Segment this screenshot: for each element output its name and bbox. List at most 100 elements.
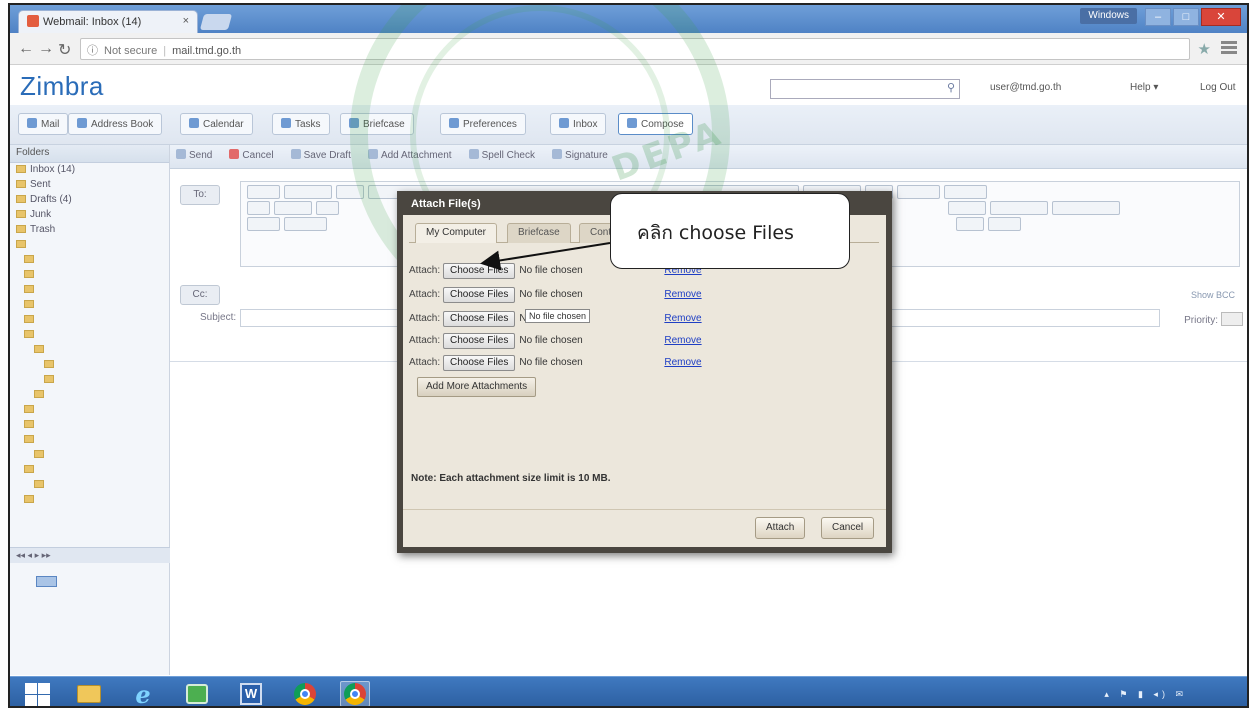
calendar-day[interactable] <box>57 598 79 609</box>
attach-button[interactable]: Attach <box>755 517 806 539</box>
priority-select[interactable] <box>1221 312 1243 326</box>
tab-briefcase-source[interactable]: Briefcase <box>507 223 571 243</box>
tab-calendar[interactable]: Calendar <box>180 113 253 135</box>
choose-files-button[interactable]: Choose Files <box>443 333 516 349</box>
chrome-active-icon[interactable] <box>340 681 370 706</box>
calendar-day[interactable] <box>36 587 58 598</box>
calendar-day[interactable] <box>57 576 79 587</box>
start-button[interactable] <box>22 681 52 706</box>
minimize-icon[interactable]: – <box>1145 8 1171 26</box>
tab-briefcase[interactable]: Briefcase <box>340 113 414 135</box>
window-close-icon[interactable]: ✕ <box>1201 8 1241 26</box>
folder-item[interactable]: Junk <box>10 208 169 223</box>
new-tab-button[interactable] <box>199 14 233 30</box>
save-draft-button[interactable]: Save Draft <box>290 149 351 161</box>
tab-my-computer[interactable]: My Computer <box>415 223 498 243</box>
folder-item[interactable] <box>10 238 169 253</box>
url-input[interactable]: ⓘ Not secure | mail.tmd.go.th <box>80 38 1190 60</box>
calendar-day[interactable] <box>57 565 79 576</box>
tab-compose[interactable]: Compose <box>618 113 693 135</box>
bookmark-star-icon[interactable]: ★ <box>1198 40 1211 58</box>
internet-explorer-icon[interactable]: e <box>128 680 158 707</box>
folder-item[interactable] <box>10 493 169 508</box>
choose-files-button[interactable]: Choose Files <box>443 355 516 371</box>
calendar-day[interactable] <box>57 587 79 598</box>
app-green-icon[interactable] <box>182 681 212 706</box>
calendar-day[interactable] <box>123 620 145 631</box>
tab-mail[interactable]: Mail <box>18 113 69 135</box>
calendar-day[interactable] <box>101 587 123 598</box>
folder-item[interactable] <box>10 433 169 448</box>
user-name[interactable]: user@tmd.go.th <box>990 82 1061 93</box>
logout-link[interactable]: Log Out <box>1200 82 1236 93</box>
back-icon[interactable]: ← <box>18 40 34 58</box>
search-icon[interactable]: ⚲ <box>947 81 955 94</box>
folder-item[interactable] <box>10 478 169 493</box>
calendar-day[interactable] <box>123 609 145 620</box>
tab-preferences[interactable]: Preferences <box>440 113 526 135</box>
calendar-day[interactable] <box>36 609 58 620</box>
choose-files-button[interactable]: Choose Files <box>443 263 516 279</box>
maximize-icon[interactable]: □ <box>1173 8 1199 26</box>
folder-item[interactable] <box>10 268 169 283</box>
folder-item[interactable] <box>10 463 169 478</box>
folder-item[interactable] <box>10 403 169 418</box>
folder-item[interactable] <box>10 313 169 328</box>
calendar-day[interactable] <box>101 576 123 587</box>
folder-item[interactable] <box>10 358 169 373</box>
calendar-day[interactable] <box>35 576 58 587</box>
folder-item[interactable] <box>10 418 169 433</box>
calendar-day[interactable] <box>14 576 36 587</box>
tab-close-icon[interactable]: × <box>183 15 189 27</box>
browser-tab[interactable]: Webmail: Inbox (14) × <box>18 10 198 33</box>
calendar-day[interactable] <box>14 598 36 609</box>
calendar-day[interactable] <box>57 609 79 620</box>
calendar-day[interactable] <box>144 598 166 609</box>
add-attachment-button[interactable]: Add Attachment <box>367 149 452 161</box>
calendar-day[interactable] <box>101 620 123 631</box>
calendar-day[interactable] <box>79 587 101 598</box>
calendar-day[interactable] <box>123 576 145 587</box>
calendar-day[interactable] <box>144 587 166 598</box>
reload-icon[interactable]: ↻ <box>58 40 71 60</box>
folder-item[interactable] <box>10 388 169 403</box>
to-button[interactable]: To: <box>180 185 220 205</box>
calendar-day[interactable] <box>79 598 101 609</box>
tab-inbox[interactable]: Inbox <box>550 113 607 135</box>
folders-header[interactable]: Folders <box>10 145 169 163</box>
remove-link[interactable]: Remove <box>664 335 701 346</box>
prev-month-icon[interactable]: ◂◂ ◂ <box>16 550 32 560</box>
remove-link[interactable]: Remove <box>664 313 701 324</box>
priority-control[interactable]: Priority: <box>1184 312 1243 326</box>
calendar-day[interactable] <box>79 620 101 631</box>
calendar-day[interactable] <box>36 620 58 631</box>
folder-item[interactable] <box>10 298 169 313</box>
add-more-attachments-button[interactable]: Add More Attachments <box>417 377 537 397</box>
info-icon[interactable]: ⓘ <box>87 45 98 57</box>
calendar-day[interactable] <box>14 620 36 631</box>
tab-tasks[interactable]: Tasks <box>272 113 330 135</box>
remove-link[interactable]: Remove <box>664 357 701 368</box>
calendar-day[interactable] <box>144 576 166 587</box>
calendar-day[interactable] <box>14 609 36 620</box>
remove-link[interactable]: Remove <box>664 289 701 300</box>
profile-badge[interactable]: Windows <box>1080 8 1137 24</box>
calendar-day[interactable] <box>101 565 123 576</box>
cc-button[interactable]: Cc: <box>180 285 220 305</box>
calendar-day[interactable] <box>144 565 166 576</box>
folder-item[interactable] <box>10 448 169 463</box>
calendar-day[interactable] <box>14 587 36 598</box>
chrome-pinned-icon[interactable] <box>290 681 320 706</box>
calendar-day[interactable] <box>144 620 166 631</box>
forward-icon[interactable]: → <box>38 40 54 58</box>
calendar-day[interactable] <box>79 576 101 587</box>
show-bcc-link[interactable]: Show BCC <box>1191 290 1235 300</box>
calendar-day[interactable] <box>144 609 166 620</box>
help-menu[interactable]: Help ▾ <box>1130 82 1158 93</box>
calendar-day[interactable] <box>79 609 101 620</box>
tray-icons[interactable]: ▴ ⚑ ▮ ◂) ✉ <box>1104 689 1187 700</box>
signature-button[interactable]: Signature <box>552 149 608 161</box>
folder-item[interactable]: Drafts (4) <box>10 193 169 208</box>
folder-item[interactable] <box>10 253 169 268</box>
calendar-day[interactable] <box>57 620 79 631</box>
